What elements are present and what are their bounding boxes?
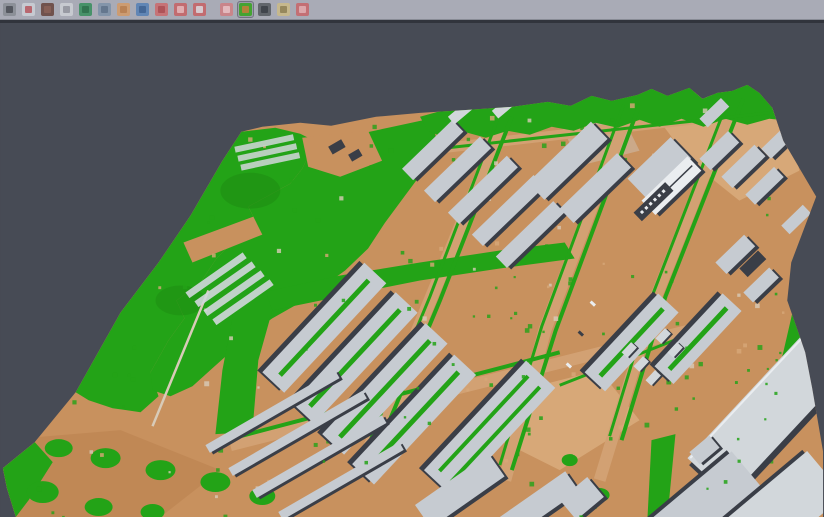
slice-icon[interactable]	[295, 2, 310, 17]
select-tool-icon[interactable]	[2, 2, 17, 17]
ortho-image-icon[interactable]	[116, 2, 131, 17]
circle-select-icon[interactable]	[173, 2, 188, 17]
surface-terrain-icon[interactable]	[78, 2, 93, 17]
profile-view-icon[interactable]	[97, 2, 112, 17]
classification-icon[interactable]	[238, 2, 253, 17]
viewport-3d[interactable]	[0, 23, 824, 517]
binoculars-icon[interactable]	[257, 2, 272, 17]
point-cloud-scene[interactable]	[0, 23, 824, 517]
point-cloud-icon[interactable]	[59, 2, 74, 17]
main-toolbar	[0, 0, 824, 20]
point-picking-icon[interactable]	[21, 2, 36, 17]
globe-3d-icon[interactable]	[135, 2, 150, 17]
bounding-box-icon[interactable]	[192, 2, 207, 17]
measure-icon[interactable]	[276, 2, 291, 17]
app-window	[0, 0, 824, 517]
layer-stack-icon[interactable]	[154, 2, 169, 17]
clip-grid-icon[interactable]	[219, 2, 234, 17]
terrain-model-icon[interactable]	[40, 2, 55, 17]
